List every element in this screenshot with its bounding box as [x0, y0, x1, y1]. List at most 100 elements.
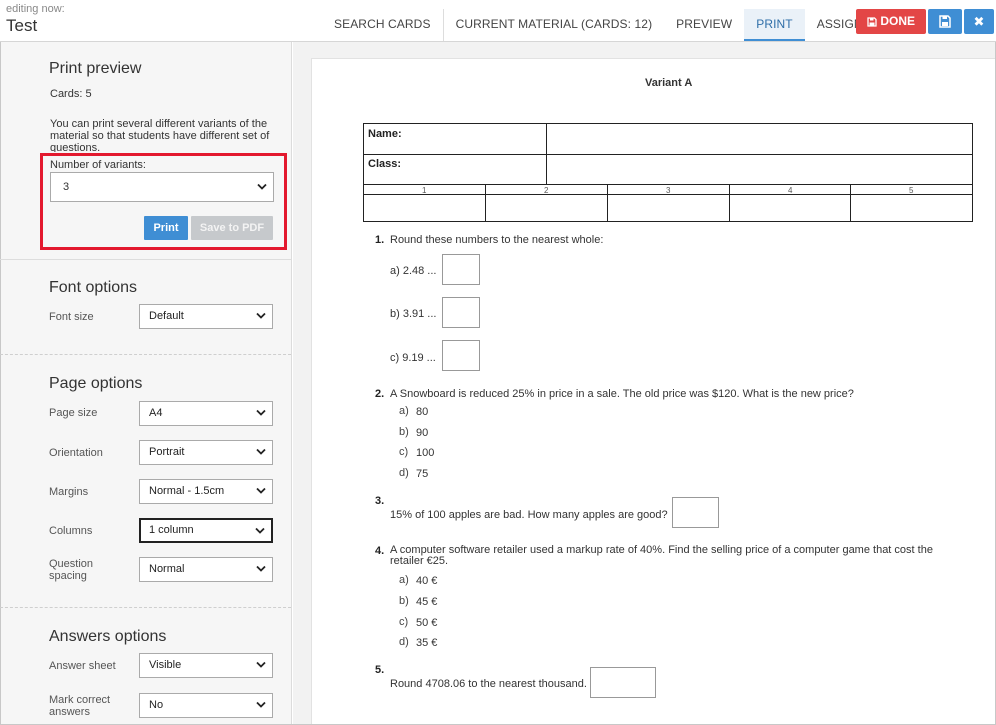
divider	[0, 259, 291, 260]
answer-box	[442, 297, 480, 328]
question-number: 4.	[375, 545, 385, 557]
margins-select[interactable]: Normal - 1.5cm	[139, 479, 273, 504]
option-letter: c)	[399, 616, 409, 628]
close-button[interactable]: ✖	[964, 9, 994, 34]
chevron-down-icon	[256, 701, 266, 708]
score-column-header: 3	[666, 186, 671, 195]
page-options-title: Page options	[49, 375, 143, 392]
option-letter: d)	[399, 467, 409, 479]
margins-value: Normal - 1.5cm	[149, 485, 225, 497]
close-icon: ✖	[973, 14, 985, 29]
chevron-down-icon	[256, 565, 266, 572]
chevron-down-icon	[256, 487, 266, 494]
variants-description: You can print several different variants…	[50, 118, 270, 152]
option-value: 50 €	[416, 617, 438, 629]
save-icon	[867, 17, 877, 27]
divider	[0, 354, 291, 355]
score-column-header: 4	[788, 186, 793, 195]
margins-label: Margins	[49, 486, 89, 498]
option-value: 90	[416, 427, 429, 439]
chevron-down-icon	[255, 527, 265, 534]
divider	[0, 607, 291, 608]
page-size-select[interactable]: A4	[139, 401, 273, 426]
mark-correct-value: No	[149, 699, 164, 711]
font-size-select[interactable]: Default	[139, 304, 273, 329]
columns-value: 1 column	[149, 524, 194, 536]
option-letter: d)	[399, 636, 409, 648]
columns-select[interactable]: 1 column	[139, 518, 273, 543]
columns-label: Columns	[49, 525, 93, 537]
done-label: DONE	[880, 14, 915, 28]
question-number: 5.	[375, 664, 385, 676]
name-label: Name:	[368, 128, 402, 140]
orientation-select[interactable]: Portrait	[139, 440, 273, 465]
variant-title: Variant A	[645, 77, 693, 89]
answer-box	[672, 497, 719, 528]
table-divider	[850, 184, 851, 222]
score-column-header: 5	[909, 186, 914, 195]
variants-label: Number of variants:	[50, 159, 146, 171]
chevron-down-icon	[256, 661, 266, 668]
question-text: A computer software retailer used a mark…	[390, 544, 933, 567]
option-value: 80	[416, 406, 429, 418]
chevron-down-icon	[257, 183, 267, 190]
table-divider	[607, 184, 608, 222]
cards-count: Cards: 5	[50, 88, 92, 100]
answer-box	[590, 667, 656, 698]
answer-sheet-select[interactable]: Visible	[139, 653, 273, 678]
sub-question: a) 2.48 ...	[390, 265, 437, 277]
option-value: 45 €	[416, 596, 438, 608]
table-divider	[485, 184, 486, 222]
document-title: Test	[6, 16, 38, 35]
orientation-value: Portrait	[149, 446, 185, 458]
page-size-label: Page size	[49, 407, 98, 419]
answer-box	[442, 340, 480, 371]
chevron-down-icon	[256, 312, 266, 319]
option-value: 40 €	[416, 575, 438, 587]
sub-question: b) 3.91 ...	[390, 308, 437, 320]
font-options-title: Font options	[49, 279, 138, 296]
option-letter: c)	[399, 446, 409, 458]
tab-print[interactable]: PRINT	[744, 9, 805, 41]
question-number: 3.	[375, 495, 385, 507]
sub-question: c) 9.19 ...	[390, 352, 436, 364]
table-divider	[363, 154, 973, 155]
question-spacing-label: Question spacing	[49, 558, 94, 582]
variants-select[interactable]: 3	[50, 172, 274, 202]
editing-label: editing now:	[6, 3, 65, 15]
tab-current-material[interactable]: CURRENT MATERIAL (CARDS: 12)	[444, 9, 665, 41]
top-bar: editing now: Test SEARCH CARDS CURRENT M…	[0, 0, 996, 42]
save-to-pdf-button[interactable]: Save to PDF	[191, 216, 273, 240]
score-column-header: 1	[422, 186, 427, 195]
orientation-label: Orientation	[49, 447, 103, 459]
chevron-down-icon	[256, 409, 266, 416]
mark-correct-select[interactable]: No	[139, 693, 273, 718]
font-size-value: Default	[149, 310, 184, 322]
question-text: 15% of 100 apples are bad. How many appl…	[390, 509, 668, 521]
question-number: 2.	[375, 388, 385, 400]
question-text: Round these numbers to the nearest whole…	[390, 234, 604, 246]
print-button[interactable]: Print	[144, 216, 188, 240]
table-divider	[729, 184, 730, 222]
question-text: Round 4708.06 to the nearest thousand.	[390, 678, 587, 690]
save-button[interactable]	[928, 9, 962, 34]
page-size-value: A4	[149, 407, 163, 419]
done-button[interactable]: DONE	[856, 9, 926, 34]
mark-correct-label: Mark correct answers	[49, 694, 111, 718]
class-label: Class:	[368, 158, 402, 170]
tab-search-cards[interactable]: SEARCH CARDS	[322, 9, 444, 41]
option-letter: a)	[399, 574, 409, 586]
chevron-down-icon	[256, 448, 266, 455]
main-tabs: SEARCH CARDS CURRENT MATERIAL (CARDS: 12…	[322, 9, 875, 41]
answer-box	[442, 254, 480, 285]
option-letter: a)	[399, 405, 409, 417]
option-letter: b)	[399, 426, 409, 438]
font-size-label: Font size	[49, 311, 94, 323]
print-preview-title: Print preview	[49, 60, 142, 77]
answer-sheet-label: Answer sheet	[49, 660, 116, 672]
question-spacing-select[interactable]: Normal	[139, 557, 273, 582]
tab-preview[interactable]: PREVIEW	[664, 9, 744, 41]
save-icon	[939, 15, 951, 28]
option-value: 100	[416, 447, 435, 459]
option-value: 75	[416, 468, 429, 480]
